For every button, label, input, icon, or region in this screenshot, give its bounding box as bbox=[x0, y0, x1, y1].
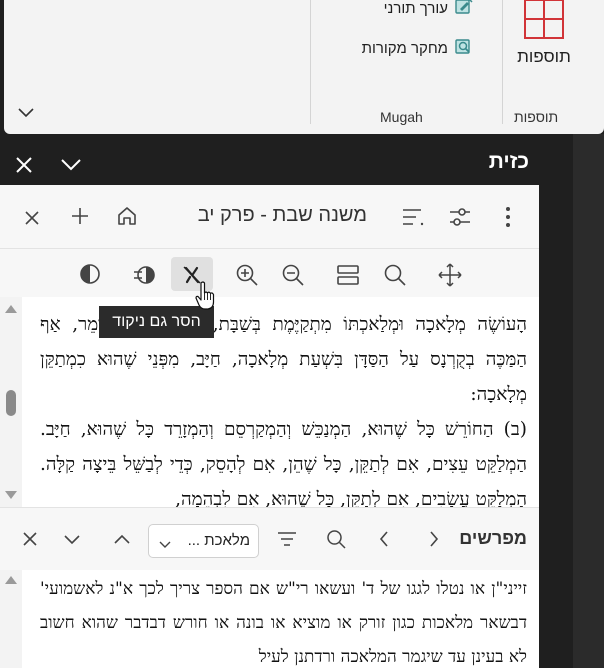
filter-icon[interactable] bbox=[276, 528, 298, 550]
commentary-toolbar: מלאכת ... מפרשים bbox=[0, 507, 539, 570]
pane-title: כזית bbox=[488, 150, 529, 173]
plus-icon[interactable] bbox=[68, 204, 92, 228]
chevron-left-icon[interactable] bbox=[424, 528, 444, 550]
chevron-up-icon[interactable] bbox=[112, 529, 132, 549]
ribbon-item-label: עורך תורני bbox=[383, 0, 448, 17]
ribbon-item-source-research[interactable]: מחקר מקורות bbox=[362, 37, 474, 59]
filter-value: מלאכת ... bbox=[187, 532, 250, 549]
group-label-tosafot: תוספות bbox=[514, 109, 559, 125]
ribbon-separator bbox=[502, 0, 503, 124]
sliders-icon[interactable] bbox=[447, 204, 473, 230]
kebab-menu-icon[interactable] bbox=[498, 204, 518, 230]
commentary-text-area[interactable]: זייני"ן או נטלו לגגו של ד' ועשאו רי"ש אם… bbox=[0, 570, 539, 668]
commentary-filter-select[interactable]: מלאכת ... bbox=[148, 524, 259, 558]
tosafot-button-label: תוספות bbox=[517, 47, 571, 66]
commentary-title: מפרשים bbox=[459, 528, 527, 548]
main-text-area[interactable]: הָעוֹשֶׂה מְלָאכָה וּמְלַאכְתּוֹ מִתְקַי… bbox=[0, 297, 539, 507]
move-icon[interactable] bbox=[436, 261, 464, 289]
home-icon[interactable] bbox=[114, 203, 140, 229]
tosafot-button[interactable]: תוספות bbox=[509, 0, 579, 70]
scrollbar-arrows bbox=[5, 305, 17, 499]
ribbon-item-torah-editor[interactable]: עורך תורני bbox=[384, 0, 474, 19]
book-panel: משנה שבת - פרק יב הָעוֹשֶׂה מְלָאכָה וּמ… bbox=[0, 185, 539, 668]
hand-cursor-icon bbox=[195, 281, 215, 310]
zoom-out-icon[interactable] bbox=[280, 262, 306, 288]
search-icon[interactable] bbox=[382, 262, 408, 288]
vertical-scrollbar[interactable] bbox=[0, 297, 22, 507]
ribbon-item-label: מחקר מקורות bbox=[361, 39, 448, 57]
chevron-down-icon[interactable] bbox=[16, 105, 36, 121]
book-edit-icon bbox=[454, 0, 474, 19]
contrast-icon[interactable] bbox=[78, 262, 102, 286]
workspace-background bbox=[573, 134, 604, 668]
ribbon: עורך תורני מחקר מקורות תוספות Mugah תוספ… bbox=[4, 0, 604, 134]
scrollbar-arrows bbox=[5, 576, 17, 584]
group-label-mugah: Mugah bbox=[380, 109, 423, 125]
book-toolbar: משנה שבת - פרק יב bbox=[0, 185, 539, 249]
list-icon[interactable] bbox=[400, 205, 426, 229]
commentary-text: זייני"ן או נטלו לגגו של ד' ועשאו רי"ש אם… bbox=[40, 579, 527, 667]
chevron-left-icon[interactable] bbox=[374, 528, 394, 550]
chevron-down-icon bbox=[159, 536, 171, 554]
chevron-down-icon[interactable] bbox=[62, 530, 82, 550]
close-icon[interactable] bbox=[20, 529, 40, 549]
split-view-icon[interactable] bbox=[335, 263, 361, 287]
zoom-in-icon[interactable] bbox=[234, 262, 260, 288]
vertical-scrollbar[interactable] bbox=[0, 570, 22, 668]
book-search-icon bbox=[454, 37, 474, 59]
close-icon[interactable] bbox=[20, 206, 44, 230]
text-paragraph: (ב) הַחוֹרֵשׁ כָּל שֶׁהוּא, הַמְנַכֵּשׁ … bbox=[40, 419, 527, 507]
search-icon[interactable] bbox=[324, 527, 348, 551]
book-title: משנה שבת - פרק יב bbox=[197, 204, 367, 226]
toggle-icon[interactable] bbox=[131, 264, 159, 286]
grid-icon bbox=[523, 0, 565, 45]
ribbon-separator bbox=[310, 0, 311, 124]
close-icon[interactable] bbox=[14, 155, 34, 175]
chevron-down-icon[interactable] bbox=[60, 158, 82, 172]
